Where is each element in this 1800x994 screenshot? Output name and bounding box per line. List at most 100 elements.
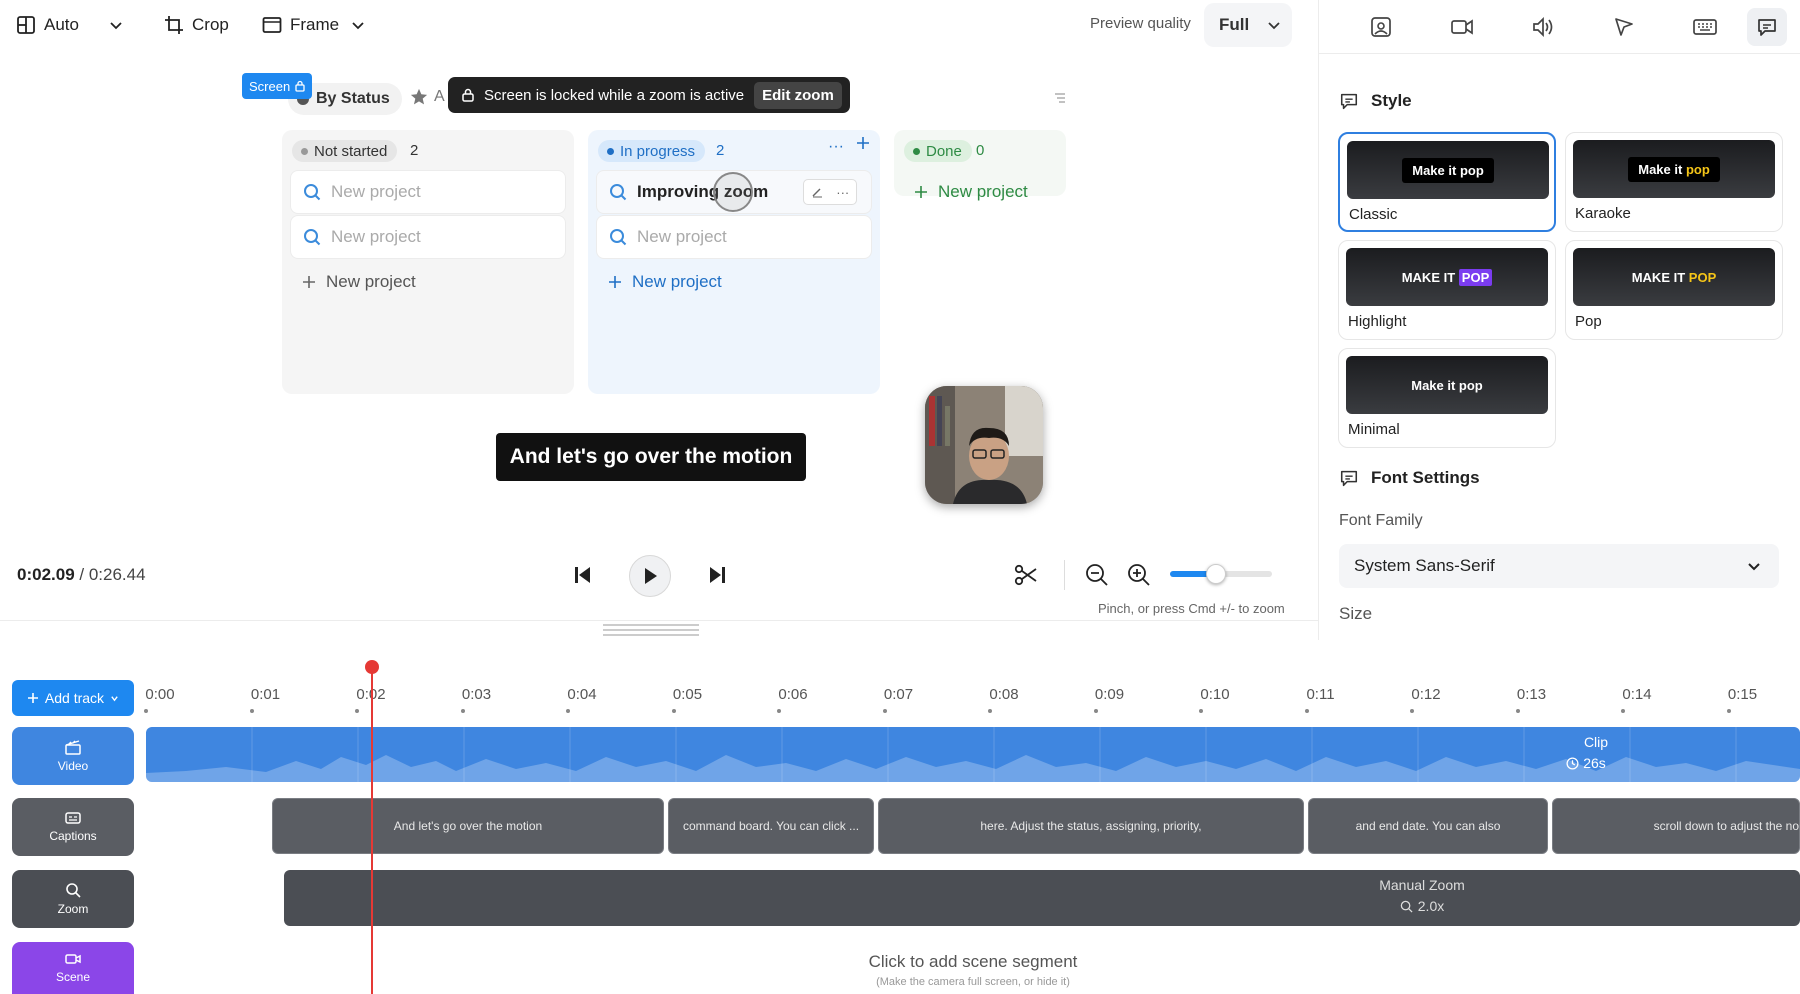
by-status-label: By Status bbox=[316, 90, 390, 107]
style-option-classic[interactable]: Make it pop Classic bbox=[1338, 132, 1556, 232]
webcam-overlay[interactable] bbox=[925, 386, 1043, 504]
play-button[interactable] bbox=[629, 555, 671, 597]
time-tick-mark bbox=[671, 709, 676, 713]
font-family-select[interactable]: System Sans-Serif bbox=[1339, 544, 1779, 588]
frame-dropdown[interactable]: Frame bbox=[262, 8, 365, 42]
time-tick-mark bbox=[460, 709, 465, 713]
column-title: In progress bbox=[620, 142, 696, 160]
playhead-handle[interactable] bbox=[365, 660, 379, 674]
style-preview: Make it pop bbox=[1347, 141, 1549, 199]
tab-captions[interactable] bbox=[1747, 8, 1787, 46]
track-label-captions[interactable]: Captions bbox=[12, 798, 134, 856]
scissors-icon bbox=[1014, 564, 1037, 586]
style-option-highlight[interactable]: MAKE IT POP Highlight bbox=[1338, 240, 1556, 340]
screen-layer-tag[interactable]: Screen bbox=[242, 73, 313, 99]
zoom-segment-value: 2.0x bbox=[1332, 898, 1512, 914]
resize-handle[interactable] bbox=[603, 624, 699, 636]
zoom-slider-handle[interactable] bbox=[1205, 564, 1226, 584]
current-time: 0:02.09 bbox=[17, 565, 75, 584]
add-project-row: New project bbox=[290, 260, 416, 304]
style-option-minimal[interactable]: Make it pop Minimal bbox=[1338, 348, 1556, 448]
caption-segment[interactable]: And let's go over the motion bbox=[272, 798, 664, 854]
kanban-card: New project bbox=[596, 215, 872, 259]
assigned-label: A bbox=[434, 88, 445, 105]
skip-forward-icon bbox=[710, 567, 725, 583]
tab-keyboard[interactable] bbox=[1685, 8, 1725, 46]
time-tick-mark bbox=[988, 709, 992, 713]
style-preview-text: MAKE IT POP bbox=[1622, 265, 1727, 290]
timeline-zoom-slider[interactable] bbox=[1170, 564, 1272, 584]
style-option-pop[interactable]: MAKE IT POP Pop bbox=[1565, 240, 1783, 340]
zoom-out-icon bbox=[1086, 564, 1108, 586]
preview-canvas[interactable]: By Status A Not started 2 New project Ne… bbox=[238, 66, 1066, 528]
plus-icon bbox=[302, 275, 316, 289]
caption-segment[interactable]: and end date. You can also bbox=[1308, 798, 1548, 854]
speaker-icon bbox=[1533, 16, 1553, 38]
video-clip[interactable]: Clip 26s bbox=[146, 727, 1800, 782]
preview-text-a: Make it bbox=[1412, 162, 1457, 178]
caption-segment[interactable]: scroll down to adjust the no bbox=[1552, 798, 1800, 854]
font-settings-section-title: Font Settings bbox=[1339, 468, 1480, 488]
column-count: 0 bbox=[976, 142, 985, 159]
kanban-column-done: Done 0 New project bbox=[894, 130, 1066, 201]
style-option-karaoke[interactable]: Make it pop Karaoke bbox=[1565, 132, 1783, 232]
layout-label: Auto bbox=[44, 15, 79, 34]
project-search-icon bbox=[609, 183, 627, 201]
time-tick-mark bbox=[144, 709, 148, 713]
tab-camera[interactable] bbox=[1442, 8, 1482, 46]
style-name: Pop bbox=[1575, 313, 1602, 330]
preview-quality-select[interactable]: Full bbox=[1204, 3, 1292, 47]
layout-dropdown[interactable]: Auto bbox=[16, 8, 123, 42]
crop-button[interactable]: Crop bbox=[164, 8, 229, 42]
zoom-out-button[interactable] bbox=[1085, 563, 1109, 587]
add-track-button[interactable]: Add track bbox=[12, 680, 134, 716]
edit-zoom-button[interactable]: Edit zoom bbox=[754, 81, 842, 109]
zoom-in-icon bbox=[1128, 564, 1150, 586]
caption-segment[interactable]: here. Adjust the status, assigning, prio… bbox=[878, 798, 1304, 854]
clock-icon bbox=[1566, 756, 1579, 770]
style-preview: Make it pop bbox=[1573, 140, 1775, 198]
caption-segment[interactable]: command board. You can click ... bbox=[668, 798, 874, 854]
style-name: Karaoke bbox=[1575, 205, 1631, 222]
chevron-down-icon bbox=[1747, 559, 1761, 573]
track-label-video[interactable]: Video bbox=[12, 727, 134, 785]
track-label-zoom[interactable]: Zoom bbox=[12, 870, 134, 928]
time-tick-label: 0:06 bbox=[778, 686, 808, 703]
skip-forward-button[interactable] bbox=[708, 564, 726, 586]
track-name: Zoom bbox=[57, 902, 89, 916]
preview-text-b: POP bbox=[1458, 268, 1493, 286]
tab-background[interactable] bbox=[1361, 8, 1401, 46]
scene-hint: (Make the camera full screen, or hide it… bbox=[876, 976, 1070, 988]
style-name: Classic bbox=[1349, 206, 1398, 223]
plus-icon bbox=[914, 185, 928, 199]
style-preview-text: Make it pop bbox=[1402, 157, 1494, 183]
preview-text-b: POP bbox=[1688, 269, 1717, 285]
plus-icon bbox=[608, 275, 622, 289]
chevron-down-icon bbox=[351, 18, 365, 32]
split-button[interactable] bbox=[1014, 563, 1038, 587]
zoom-factor: 2.0x bbox=[1417, 898, 1445, 914]
time-tick-label: 0:09 bbox=[1094, 686, 1125, 703]
zoom-segment[interactable]: Manual Zoom 2.0x bbox=[284, 870, 1800, 926]
caption-overlay[interactable]: And let's go over the motion bbox=[496, 433, 806, 481]
lock-icon bbox=[295, 80, 305, 92]
status-dot bbox=[913, 147, 920, 155]
tab-audio[interactable] bbox=[1523, 8, 1563, 46]
size-label: Size bbox=[1339, 604, 1373, 623]
track-label-scene[interactable]: Scene bbox=[12, 942, 134, 994]
status-badge: Done bbox=[904, 140, 972, 162]
scene-prompt: Click to add scene segment bbox=[868, 952, 1078, 971]
clip-label: Clip bbox=[1583, 734, 1609, 750]
skip-back-button[interactable] bbox=[574, 564, 592, 586]
time-tick-mark bbox=[355, 709, 359, 713]
tab-cursor[interactable] bbox=[1604, 8, 1644, 46]
time-tick-label: 0:12 bbox=[1411, 686, 1441, 703]
font-settings-title: Font Settings bbox=[1371, 468, 1480, 487]
timeline[interactable]: Add track 0:000:010:020:030:040:050:060:… bbox=[0, 650, 1800, 994]
playhead[interactable] bbox=[371, 668, 373, 994]
add-scene-segment[interactable]: Click to add scene segment (Make the cam… bbox=[146, 942, 1800, 994]
skip-back-icon bbox=[575, 567, 590, 583]
zoom-in-button[interactable] bbox=[1127, 563, 1151, 587]
project-search-icon bbox=[303, 228, 321, 246]
chevron-down-icon bbox=[110, 694, 119, 703]
